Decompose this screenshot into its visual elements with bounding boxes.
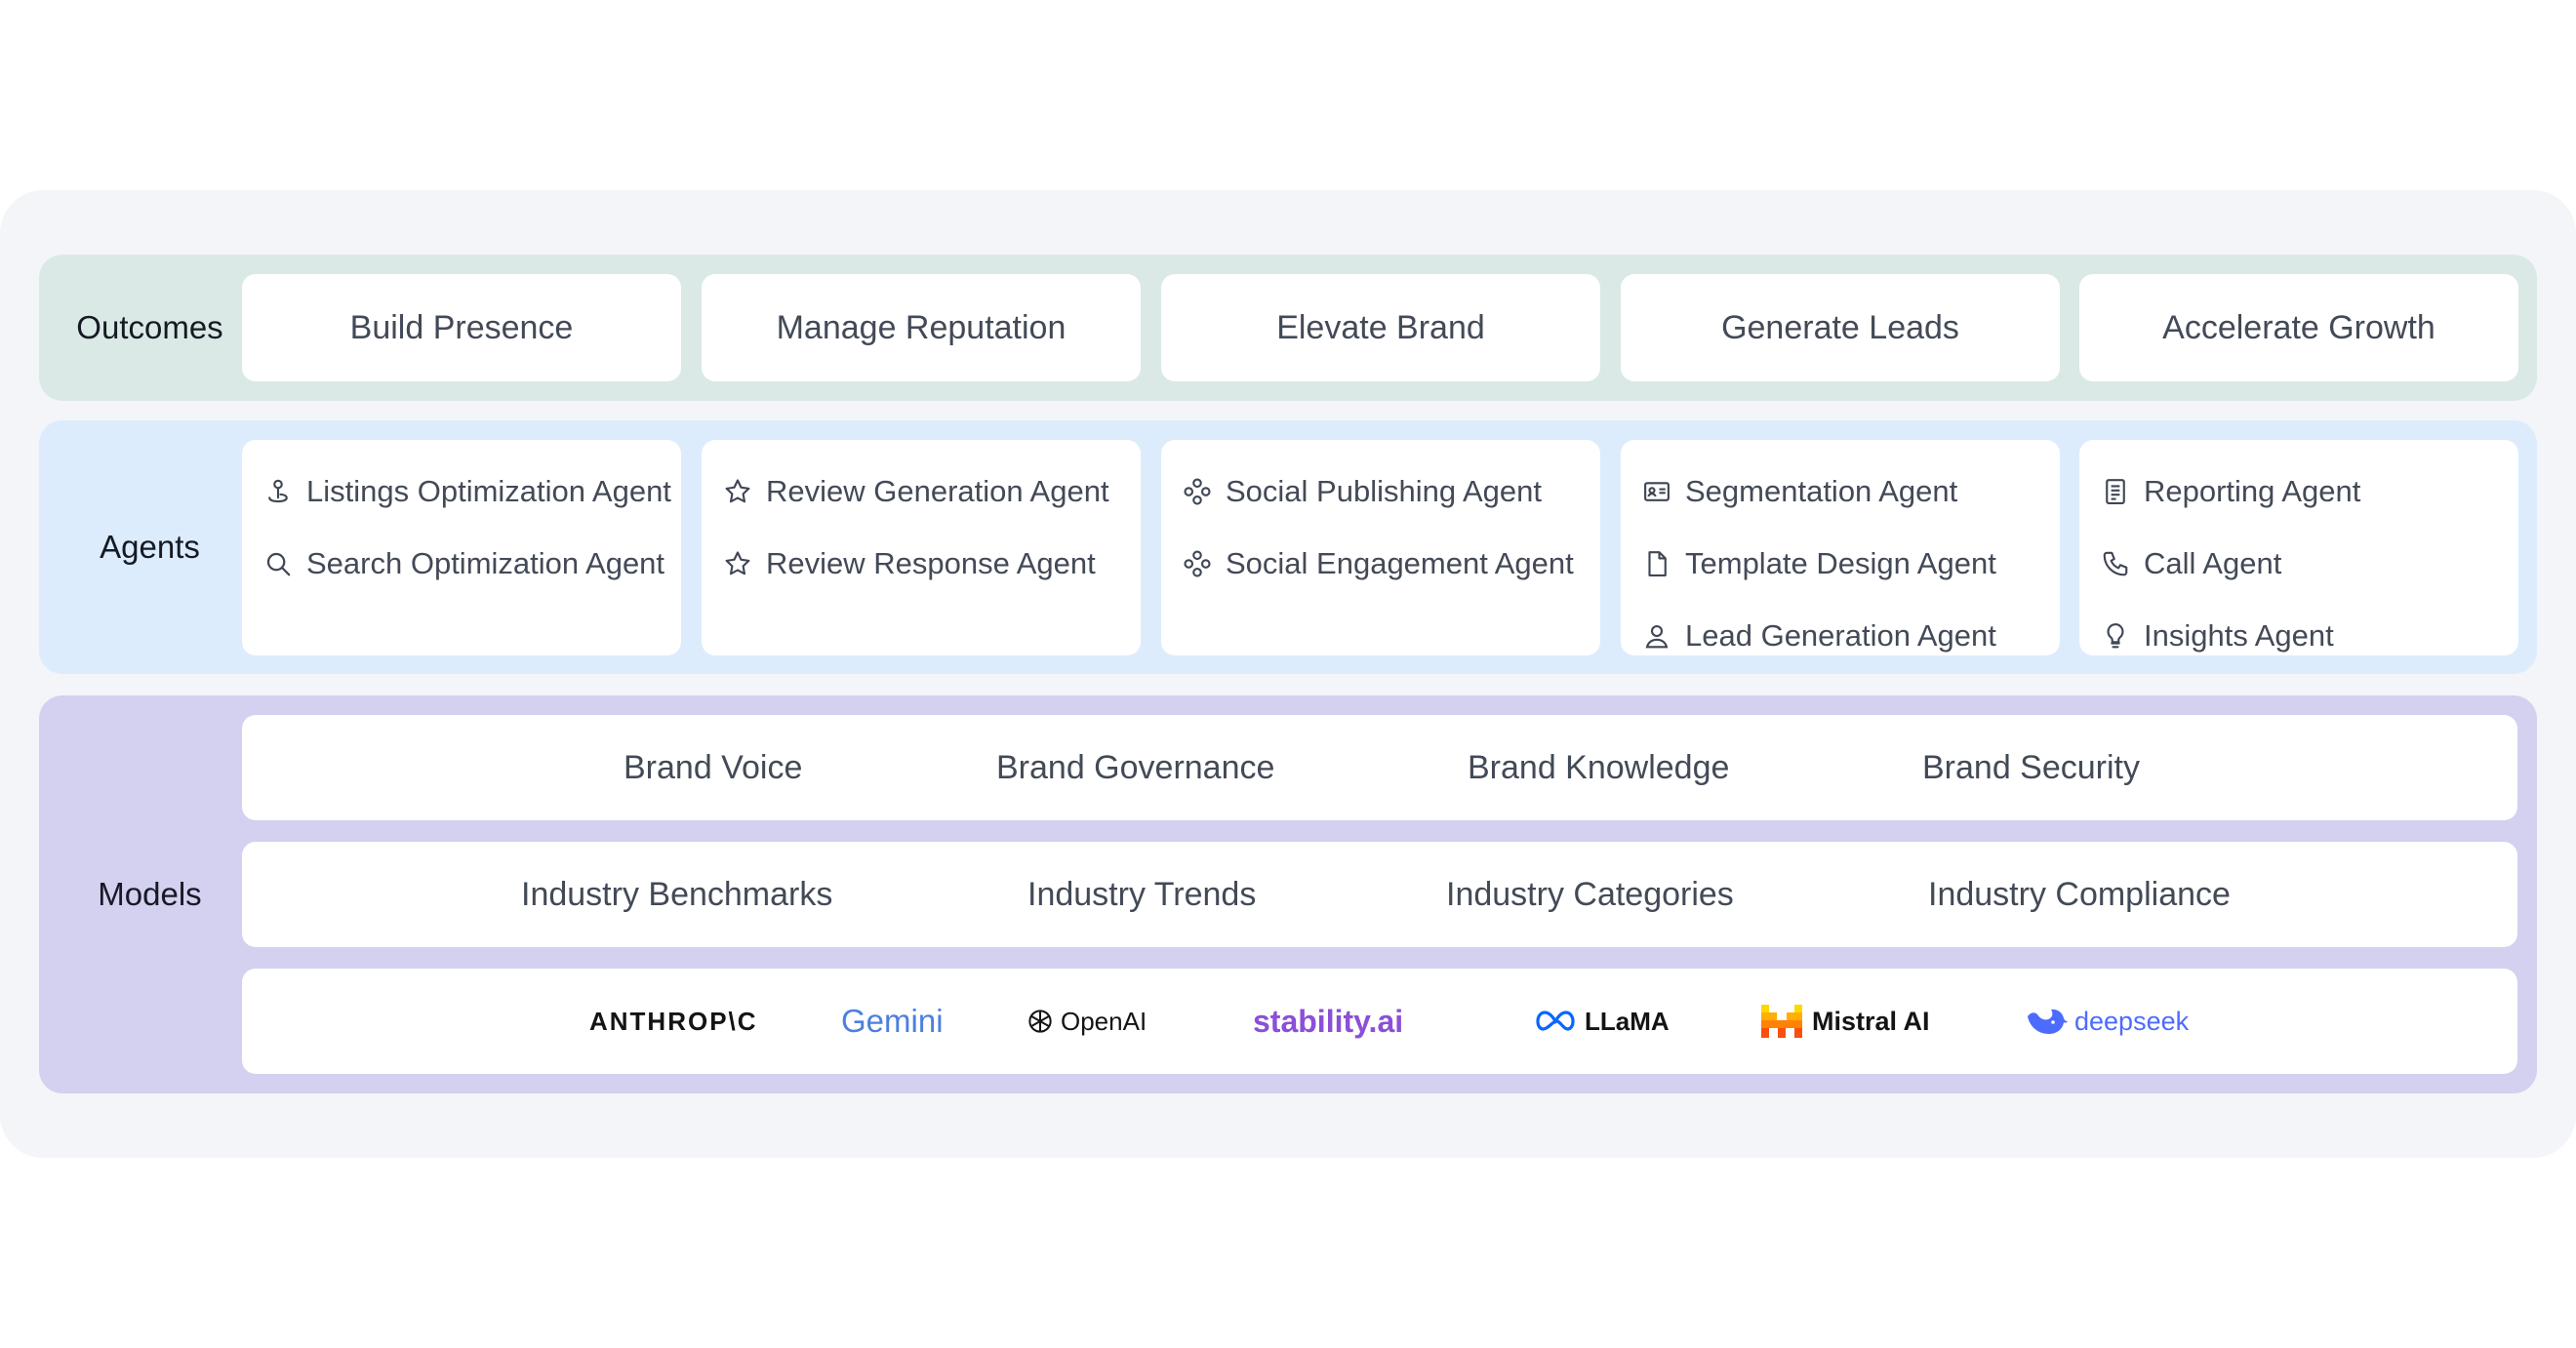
mistral-wordmark: Mistral AI bbox=[1812, 1006, 1930, 1036]
lightbulb-icon bbox=[2099, 619, 2132, 653]
agent-label: Search Optimization Agent bbox=[306, 546, 665, 580]
agent-search-optimization: Search Optimization Agent bbox=[242, 528, 681, 600]
model-industry-compliance: Industry Compliance bbox=[1928, 875, 2231, 913]
agent-call: Call Agent bbox=[2079, 528, 2518, 600]
gemini-logo: Gemini bbox=[841, 1003, 944, 1039]
phone-icon bbox=[2099, 547, 2132, 580]
model-industry-trends: Industry Trends bbox=[1027, 875, 1257, 913]
agent-segmentation: Segmentation Agent bbox=[1621, 456, 2060, 528]
agent-label: Insights Agent bbox=[2144, 618, 2334, 653]
agents-label: Agents bbox=[100, 529, 200, 565]
models-label: Models bbox=[98, 876, 202, 912]
agent-label: Social Engagement Agent bbox=[1226, 546, 1574, 580]
agent-listings-optimization: Listings Optimization Agent bbox=[242, 456, 681, 528]
star-icon bbox=[721, 475, 754, 508]
agent-label: Lead Generation Agent bbox=[1685, 618, 1996, 653]
network-icon bbox=[1181, 475, 1214, 508]
agent-social-engagement: Social Engagement Agent bbox=[1161, 528, 1600, 600]
openai-logo: OpenAI bbox=[1026, 969, 1147, 1074]
industry-models-row: Industry Benchmarks Industry Trends Indu… bbox=[242, 842, 2517, 947]
outcomes-label: Outcomes bbox=[76, 309, 223, 345]
agent-card-leads: Segmentation Agent Template Design Agent… bbox=[1621, 440, 2060, 655]
model-brand-knowledge: Brand Knowledge bbox=[1468, 748, 1730, 786]
deepseek-logo: deepseek bbox=[2024, 969, 2189, 1074]
map-pin-icon bbox=[262, 475, 295, 508]
agent-card-presence: Listings Optimization Agent Search Optim… bbox=[242, 440, 681, 655]
outcome-build-presence: Build Presence bbox=[242, 274, 681, 381]
agent-label: Template Design Agent bbox=[1685, 546, 1996, 580]
network-icon bbox=[1181, 547, 1214, 580]
deepseek-whale-icon bbox=[2028, 1009, 2068, 1034]
search-icon bbox=[262, 547, 295, 580]
agent-card-brand: Social Publishing Agent Social Engagemen… bbox=[1161, 440, 1600, 655]
model-brand-security: Brand Security bbox=[1922, 748, 2140, 786]
agent-label: Review Generation Agent bbox=[766, 474, 1109, 508]
stability-logo: stability.ai bbox=[1253, 1003, 1404, 1039]
agent-label: Reporting Agent bbox=[2144, 474, 2361, 508]
id-card-icon bbox=[1640, 475, 1673, 508]
model-industry-categories: Industry Categories bbox=[1446, 875, 1734, 913]
openai-icon bbox=[1028, 1010, 1052, 1033]
model-brand-governance: Brand Governance bbox=[996, 748, 1275, 786]
report-icon bbox=[2099, 475, 2132, 508]
anthropic-logo: ANTHROP\C bbox=[589, 1006, 758, 1036]
agent-review-generation: Review Generation Agent bbox=[702, 456, 1141, 528]
user-icon bbox=[1640, 619, 1673, 653]
outcome-elevate-brand: Elevate Brand bbox=[1161, 274, 1600, 381]
meta-infinity-icon bbox=[1536, 1011, 1575, 1031]
agent-review-response: Review Response Agent bbox=[702, 528, 1141, 600]
agent-label: Listings Optimization Agent bbox=[306, 474, 671, 508]
llama-wordmark: LLaMA bbox=[1585, 1006, 1670, 1036]
openai-wordmark: OpenAI bbox=[1061, 1006, 1147, 1036]
agent-card-growth: Reporting Agent Call Agent Insights Agen… bbox=[2079, 440, 2518, 655]
agent-label: Call Agent bbox=[2144, 546, 2282, 580]
mistral-pixel-icon bbox=[1761, 1005, 1802, 1038]
deepseek-wordmark: deepseek bbox=[2074, 1006, 2190, 1036]
document-icon bbox=[1640, 547, 1673, 580]
outcome-accelerate-growth: Accelerate Growth bbox=[2079, 274, 2518, 381]
star-icon bbox=[721, 547, 754, 580]
agent-reporting: Reporting Agent bbox=[2079, 456, 2518, 528]
outcome-generate-leads: Generate Leads bbox=[1621, 274, 2060, 381]
model-brand-voice: Brand Voice bbox=[624, 748, 803, 786]
agent-lead-generation: Lead Generation Agent bbox=[1621, 600, 2060, 672]
agent-social-publishing: Social Publishing Agent bbox=[1161, 456, 1600, 528]
agent-insights: Insights Agent bbox=[2079, 600, 2518, 672]
agent-label: Social Publishing Agent bbox=[1226, 474, 1543, 508]
agent-card-reputation: Review Generation Agent Review Response … bbox=[702, 440, 1141, 655]
agent-template-design: Template Design Agent bbox=[1621, 528, 2060, 600]
providers-row: ANTHROP\C Gemini OpenAI stability.ai LLa… bbox=[242, 969, 2517, 1074]
agent-label: Segmentation Agent bbox=[1685, 474, 1958, 508]
mistral-logo: Mistral AI bbox=[1761, 969, 1930, 1074]
agent-label: Review Response Agent bbox=[766, 546, 1096, 580]
llama-logo: LLaMA bbox=[1534, 969, 1670, 1074]
model-industry-benchmarks: Industry Benchmarks bbox=[521, 875, 833, 913]
brand-models-row: Brand Voice Brand Governance Brand Knowl… bbox=[242, 715, 2517, 820]
outcome-manage-reputation: Manage Reputation bbox=[702, 274, 1141, 381]
